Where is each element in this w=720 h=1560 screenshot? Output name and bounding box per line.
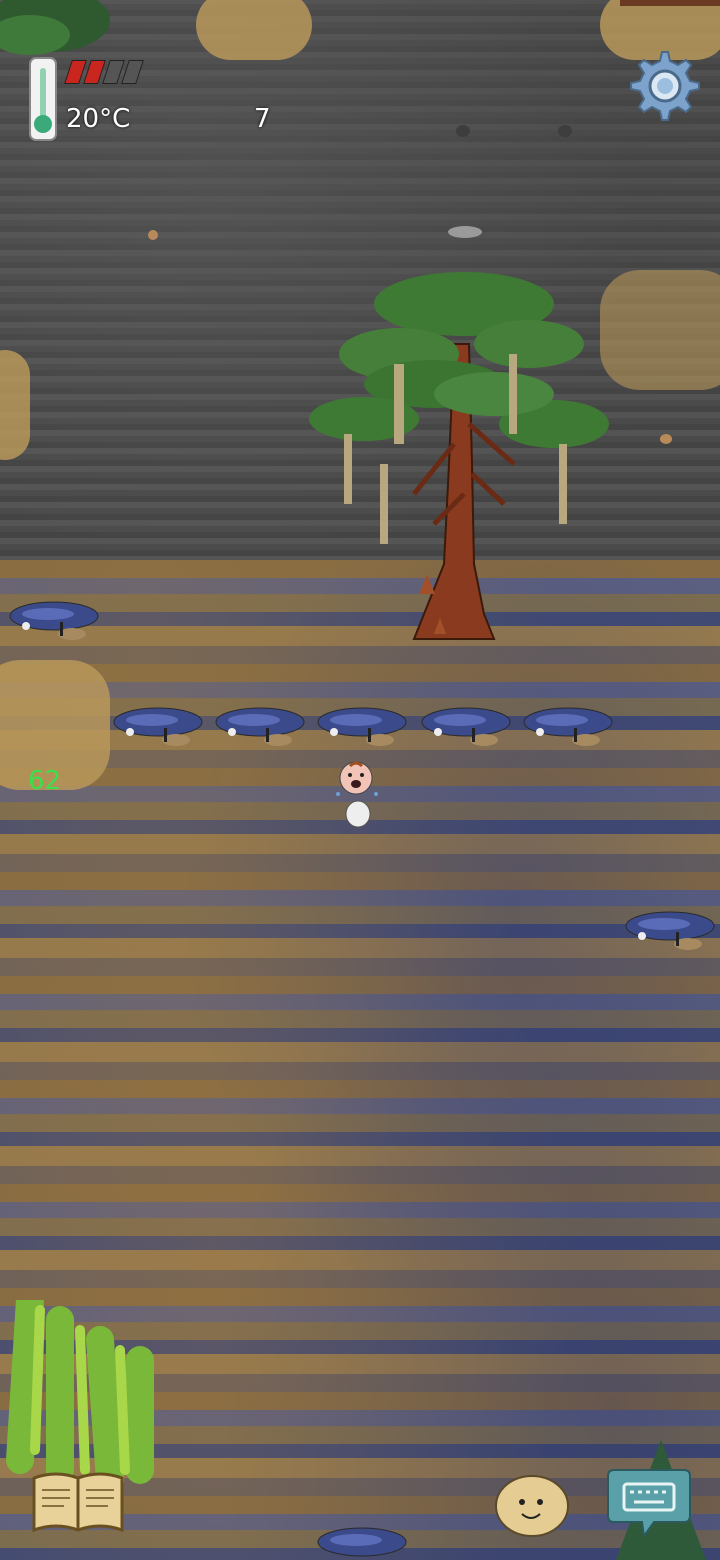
- flat-stone[interactable]: [448, 226, 482, 238]
- stone[interactable]: [558, 125, 572, 137]
- goose-pond[interactable]: [214, 698, 306, 754]
- goose-pond[interactable]: [112, 698, 204, 754]
- goose-pond[interactable]: [420, 698, 512, 754]
- hunger-bar: [64, 60, 144, 84]
- goose-pond[interactable]: [624, 902, 716, 958]
- fallen-log[interactable]: [620, 0, 720, 20]
- game-world[interactable]: [0, 0, 720, 1560]
- stone[interactable]: [456, 125, 470, 137]
- gear-icon[interactable]: [622, 46, 702, 126]
- temperature-readout: 20°C: [66, 104, 131, 134]
- cypress-tree[interactable]: [304, 264, 614, 654]
- sand-patch: [196, 0, 312, 60]
- goose-pond[interactable]: [522, 698, 614, 754]
- player-baby[interactable]: [330, 758, 386, 830]
- sand-patch: [0, 350, 30, 460]
- counter-readout: 7: [254, 104, 271, 134]
- thermometer-icon: [29, 57, 57, 141]
- pebble[interactable]: [660, 434, 672, 444]
- age-readout: 62: [28, 766, 62, 796]
- goose-pond[interactable]: [316, 1518, 408, 1560]
- goose-pond[interactable]: [316, 698, 408, 754]
- goose-pond[interactable]: [8, 592, 100, 648]
- pebble[interactable]: [148, 230, 158, 240]
- open-book-icon[interactable]: [30, 1468, 126, 1536]
- sand-patch: [600, 270, 720, 390]
- keyboard-icon[interactable]: [606, 1466, 692, 1540]
- face-icon[interactable]: [492, 1472, 572, 1538]
